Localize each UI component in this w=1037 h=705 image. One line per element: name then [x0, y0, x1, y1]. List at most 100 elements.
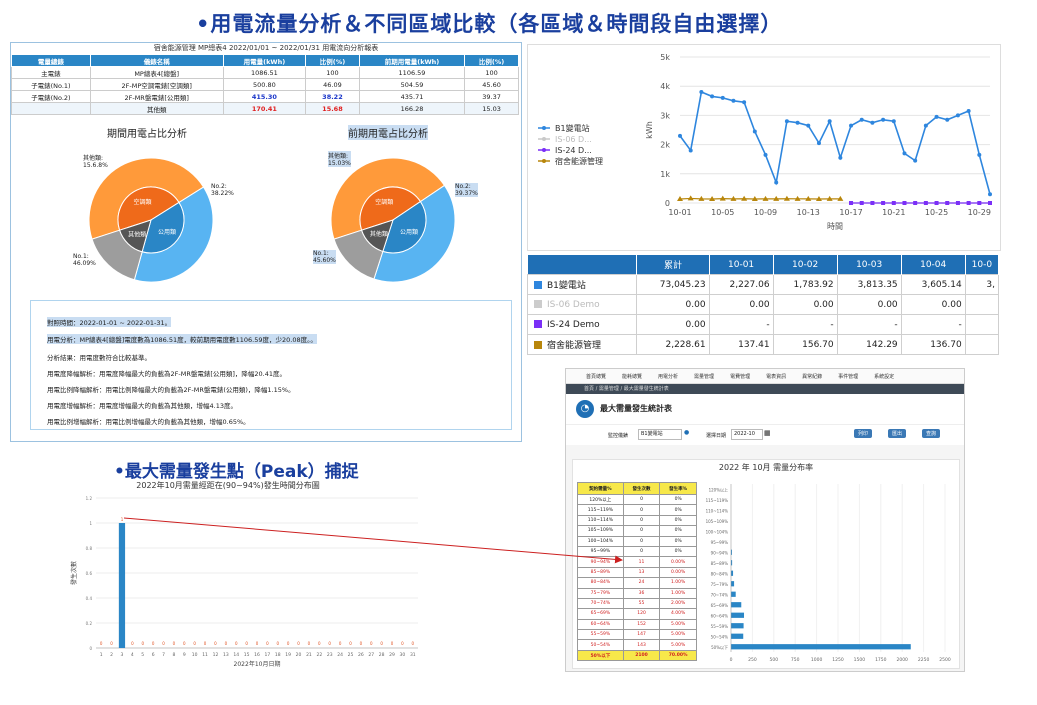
table-cell: 5.00% [659, 639, 697, 651]
table-cell: MP總表4[總盤] [89, 66, 224, 79]
export-button[interactable]: 匯出 [888, 429, 907, 438]
nav-item[interactable]: 事件管理 [838, 373, 858, 380]
data-point [977, 201, 982, 205]
data-point [795, 120, 800, 125]
pie-inner-label: 公用類 [400, 228, 418, 236]
table-cell: 0 [622, 545, 661, 558]
x-tick-label: 1500 [854, 657, 866, 663]
y-tick-label: 90~94% [711, 550, 729, 555]
table-cell: 85~89% [577, 566, 624, 579]
table-cell: 0 [622, 535, 661, 547]
table-cell: 105~109% [577, 525, 624, 537]
nav-item[interactable]: 異常紀錄 [802, 373, 822, 380]
data-point [731, 98, 736, 103]
x-tick-label: 24 [337, 652, 343, 658]
x-tick-label: 1250 [832, 657, 844, 663]
color-swatch [534, 299, 542, 308]
pie-previous: 空調類公用類 其他類 [330, 157, 456, 283]
x-tick-label: 27 [368, 652, 374, 658]
x-tick-label: 10-01 [668, 208, 691, 217]
data-label: 0 [100, 641, 103, 646]
table-cell: 120%以上 [577, 493, 624, 506]
table-cell: 110~114% [577, 514, 624, 527]
x-tick-label: 9 [183, 652, 186, 658]
table-cell: 0 [622, 514, 661, 527]
table-cell: 2F-MP空調電錶[空調類] [89, 78, 224, 91]
x-tick-label: 8 [172, 652, 175, 658]
data-label: 0 [131, 641, 134, 646]
y-axis-label: 發生次數 [70, 561, 78, 585]
pie-current: 空調類公用類 其他類 [88, 157, 214, 283]
analysis-line: 用電度降幅解析：用電度降幅最大的負載為2F-MR盤電錶[公用類]，降幅20.41… [47, 370, 287, 378]
data-point [827, 119, 832, 124]
y-tick-label: 100~104% [706, 529, 729, 534]
y-tick-label: 120%以上 [709, 486, 728, 492]
y-tick-label: 65~69% [711, 603, 729, 608]
calendar-icon[interactable]: ▦ [764, 429, 771, 437]
bar [731, 623, 744, 629]
table-cell: 95~99% [577, 545, 624, 558]
data-label: 0 [110, 641, 113, 646]
report-title: 宿舍能源管理 MP總表4 2022/01/01 ~ 2022/01/31 用電流… [153, 44, 379, 52]
data-point [934, 114, 939, 119]
nav-item[interactable]: 電表資訊 [766, 373, 786, 380]
nav-item[interactable]: 電費管理 [730, 373, 750, 380]
date-label: 選擇日期 [706, 433, 727, 439]
info-icon[interactable]: ● [684, 429, 689, 436]
table-row: 宿舍能源管理 2,228.61 137.41 156.70 142.29 136.70 [526, 334, 1000, 355]
peak-chart-title: 2022年10月需量經距在(90~94%)發生時間分布圖 [136, 480, 319, 490]
date-input[interactable]: 2022-10 [731, 429, 763, 440]
y-tick-label: 0.4 [86, 596, 93, 601]
table-cell: 504.59 [358, 78, 466, 91]
pie1-label-other: 其他類: 15.6.8% [83, 155, 108, 169]
table-cell: 60~64% [577, 618, 624, 631]
data-label: 0 [277, 641, 280, 646]
nav-item[interactable]: 首頁總覽 [586, 373, 606, 380]
table-row: 主電錶 MP總表4[總盤] 1086.51 100 1106.59 100 [11, 66, 519, 79]
data-label: 1 [121, 517, 124, 522]
data-label: 0 [328, 641, 331, 646]
demand-app-window: 首頁總覽 能耗總覽 用電分析 需量管理 電費管理 電表資訊 異常紀錄 事件管理 系統設定 首頁 … [565, 368, 965, 672]
data-point [902, 201, 907, 205]
data-label: 0 [193, 641, 196, 646]
print-button[interactable]: 列印 [854, 429, 873, 438]
y-tick-label: 1 [89, 521, 92, 526]
table-cell: 2100 [622, 649, 661, 662]
nav-item[interactable]: 用電分析 [658, 373, 678, 380]
y-tick-label: 1k [660, 170, 670, 179]
table-cell: 90~94% [577, 556, 624, 568]
summary-col-header: 10-04 [901, 255, 966, 275]
y-tick-label: 3k [660, 111, 670, 120]
data-point [763, 152, 768, 157]
data-label: 0 [214, 641, 217, 646]
query-button[interactable]: 查詢 [922, 429, 941, 438]
x-tick-label: 2 [110, 652, 113, 658]
x-tick-label: 10-21 [882, 208, 905, 217]
data-label: 0 [152, 641, 155, 646]
table-row: 115~119% 0 0% [577, 504, 697, 516]
table-cell: 0% [659, 493, 697, 506]
legend-item: B1變電站 [555, 123, 590, 133]
x-tick-label: 16 [254, 652, 260, 658]
x-tick-label: 0 [730, 657, 733, 663]
table-cell: - [900, 314, 966, 335]
x-tick-label: 2500 [939, 657, 951, 663]
data-point [881, 201, 886, 205]
pie2-label-no2: No.2: 39.37% [455, 183, 478, 197]
x-tick-label: 30 [400, 652, 406, 658]
x-tick-label: 25 [348, 652, 354, 658]
table-row: 70~74% 55 2.00% [577, 597, 697, 610]
meter-select[interactable]: B1變電站 [638, 429, 682, 440]
report-col-header: 前期用電量(kWh) [358, 54, 466, 67]
nav-item[interactable]: 系統設定 [874, 373, 894, 380]
data-point [966, 109, 971, 114]
table-cell: 子電錶(No.2) [11, 90, 91, 103]
nav-item[interactable]: 能耗總覽 [622, 373, 642, 380]
analysis-line: 分析結果：用電度數符合比較基準。 [47, 354, 151, 362]
nav-item[interactable]: 需量管理 [694, 373, 714, 380]
data-point [784, 119, 789, 124]
data-label: 0 [235, 641, 238, 646]
data-label: 0 [297, 641, 300, 646]
data-point [699, 90, 704, 95]
series-name-cell: IS-24 Demo [526, 314, 638, 335]
